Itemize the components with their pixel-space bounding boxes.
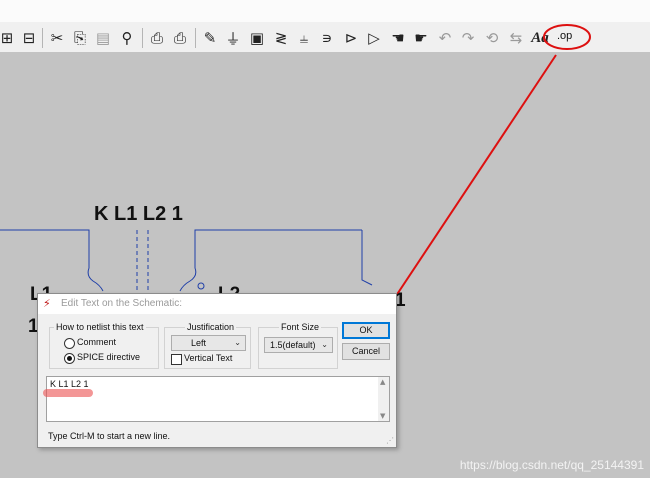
ok-button[interactable]: OK	[342, 322, 390, 339]
toolbar-separator	[142, 28, 143, 48]
chevron-down-icon: ⌄	[234, 338, 241, 347]
vertical-text-checkbox[interactable]	[171, 354, 182, 365]
toolbar-row: ⊞ ⊟ ✂ ⎘ ▤ ⚲ ⎙ ⎙ ✎ ⏚ ▣ ≷ ⫨ ∍ ⊳ ▷ ☚ ☛ ↶ ↷ …	[0, 24, 650, 52]
component-icon[interactable]: ▷	[363, 26, 385, 50]
move-hand-icon[interactable]: ☚	[387, 26, 409, 50]
chevron-down-icon: ⌄	[321, 340, 328, 349]
toolbar-separator	[42, 28, 43, 48]
spice-directive-radio[interactable]	[64, 353, 75, 364]
edit-text-dialog: ⚡ Edit Text on the Schematic: How to net…	[37, 293, 397, 448]
find-icon[interactable]: ⚲	[116, 26, 138, 50]
copy-icon[interactable]: ⎘	[69, 26, 91, 50]
toolbar: ⊞ ⊟ ✂ ⎘ ▤ ⚲ ⎙ ⎙ ✎ ⏚ ▣ ≷ ⫨ ∍ ⊳ ▷ ☚ ☛ ↶ ↷ …	[0, 0, 650, 52]
scroll-down-icon[interactable]: ▼	[380, 412, 385, 420]
resize-grip-icon[interactable]: ⋰	[386, 436, 394, 445]
label-net-icon[interactable]: ▣	[246, 26, 268, 50]
text-input-value: K L1 L2 1	[50, 379, 89, 389]
font-size-select[interactable]: 1.5(default) ⌄	[264, 337, 333, 353]
rotate-icon[interactable]: ⟲	[481, 26, 503, 50]
dialog-title: Edit Text on the Schematic:	[61, 298, 182, 309]
justification-value: Left	[191, 338, 207, 348]
toolbar-top-strip	[0, 0, 650, 22]
dialog-app-icon: ⚡	[43, 297, 51, 310]
wire-pencil-icon[interactable]: ✎	[199, 26, 221, 50]
font-size-group-label: Font Size	[279, 322, 322, 332]
diode-icon[interactable]: ⊳	[340, 26, 362, 50]
justification-group-label: Justification	[185, 322, 237, 332]
justification-group: Justification Left ⌄ Vertical Text	[164, 322, 251, 369]
hierarchy-up-icon[interactable]: ⊟	[18, 26, 40, 50]
mirror-icon[interactable]: ⇆	[505, 26, 527, 50]
capacitor-icon[interactable]: ⫨	[293, 26, 315, 50]
comment-radio[interactable]	[64, 338, 75, 349]
directive-label[interactable]: K L1 L2 1	[94, 203, 183, 226]
watermark: https://blog.csdn.net/qq_25144391	[459, 458, 644, 472]
font-size-group: Font Size 1.5(default) ⌄	[258, 322, 338, 369]
text-input[interactable]: K L1 L2 1 ▲ ▼	[46, 376, 390, 422]
text-input-scrollbar[interactable]: ▲ ▼	[378, 377, 389, 421]
print-setup-icon[interactable]: ⎙	[146, 26, 168, 50]
newline-hint: Type Ctrl-M to start a new line.	[48, 431, 171, 441]
scroll-up-icon[interactable]: ▲	[380, 378, 385, 386]
paste-icon[interactable]: ▤	[92, 26, 114, 50]
cut-icon[interactable]: ✂	[46, 26, 68, 50]
justification-select[interactable]: Left ⌄	[171, 335, 246, 351]
netlist-group: How to netlist this text Comment SPICE d…	[49, 322, 159, 369]
hierarchy-down-icon[interactable]: ⊞	[0, 26, 18, 50]
text-icon[interactable]: Aa	[529, 26, 551, 50]
resistor-icon[interactable]: ≷	[270, 26, 292, 50]
dialog-title-bar[interactable]: ⚡ Edit Text on the Schematic:	[38, 294, 396, 314]
cancel-button[interactable]: Cancel	[342, 343, 390, 360]
undo-icon[interactable]: ↶	[434, 26, 456, 50]
print-icon[interactable]: ⎙	[169, 26, 191, 50]
vertical-text-label[interactable]: Vertical Text	[184, 353, 232, 363]
netlist-group-label: How to netlist this text	[54, 322, 146, 332]
inductor-icon[interactable]: ∍	[316, 26, 338, 50]
redo-icon[interactable]: ↷	[457, 26, 479, 50]
toolbar-separator	[195, 28, 196, 48]
ground-icon[interactable]: ⏚	[222, 26, 244, 50]
comment-radio-label[interactable]: Comment	[77, 337, 116, 347]
spice-directive-op-button[interactable]: .op	[557, 30, 572, 42]
drag-hand-icon[interactable]: ☛	[410, 26, 432, 50]
text-highlight-mark	[43, 389, 93, 397]
spice-directive-radio-label[interactable]: SPICE directive	[77, 352, 140, 362]
font-size-value: 1.5(default)	[270, 340, 316, 350]
